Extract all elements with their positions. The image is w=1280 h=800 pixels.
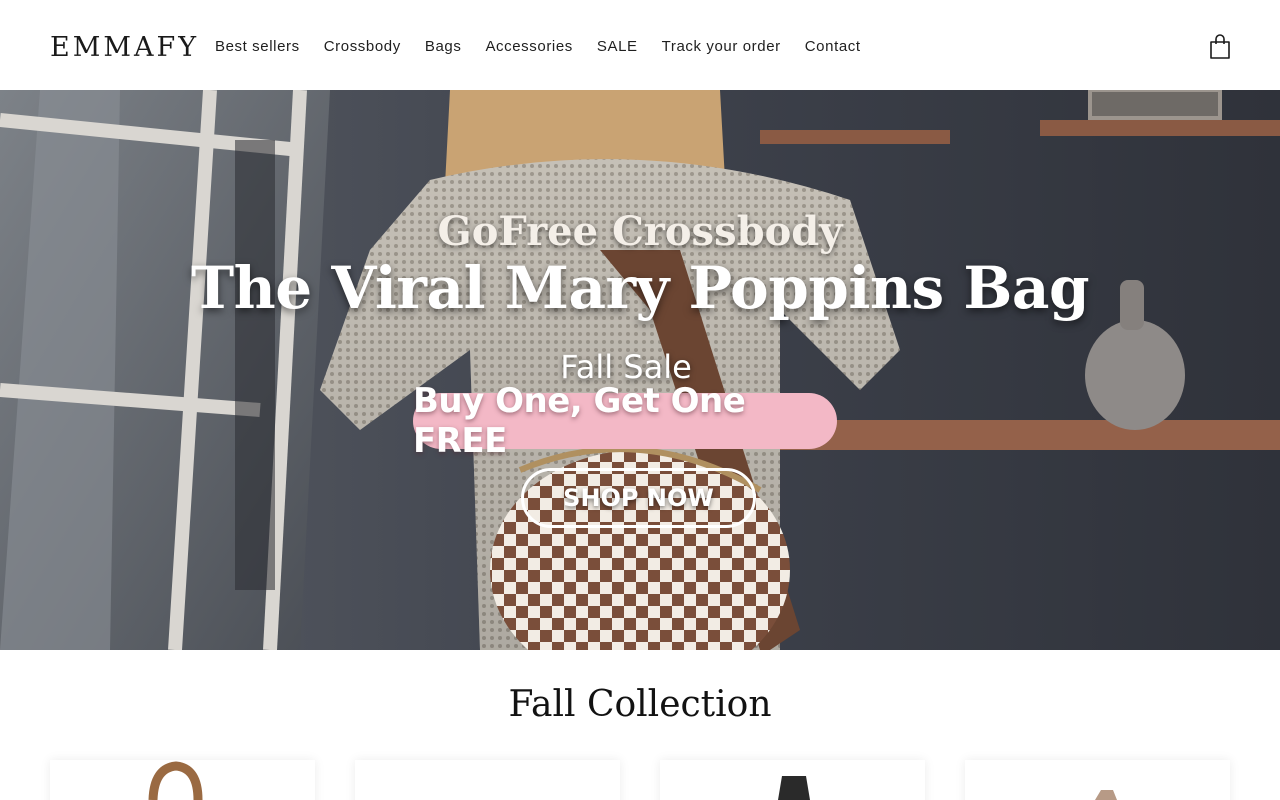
hero-eyebrow: GoFree Crossbody bbox=[437, 208, 843, 255]
hero-banner: GoFree Crossbody The Viral Mary Poppins … bbox=[0, 90, 1280, 650]
nav-sale[interactable]: SALE bbox=[585, 34, 650, 60]
product-grid bbox=[50, 760, 1230, 800]
nav-crossbody[interactable]: Crossbody bbox=[312, 34, 413, 60]
product-card[interactable] bbox=[50, 760, 315, 800]
brand-logo[interactable]: EMMAFY bbox=[50, 30, 199, 66]
product-thumbnail-brown-bag bbox=[148, 761, 203, 800]
hero-headline: The Viral Mary Poppins Bag bbox=[190, 254, 1090, 322]
hero-content: GoFree Crossbody The Viral Mary Poppins … bbox=[0, 90, 1280, 650]
product-card[interactable] bbox=[965, 760, 1230, 800]
shopping-bag-icon bbox=[1210, 34, 1230, 59]
nav-accessories[interactable]: Accessories bbox=[473, 34, 584, 60]
product-thumbnail-blank bbox=[355, 760, 620, 800]
nav-bags[interactable]: Bags bbox=[413, 34, 474, 60]
product-thumbnail-patterned-strap-bag bbox=[1095, 790, 1117, 800]
collection-title: Fall Collection bbox=[508, 684, 772, 725]
product-thumbnail-black-bag bbox=[778, 776, 810, 800]
cart-button[interactable] bbox=[1205, 30, 1235, 64]
site-header: EMMAFY Best sellers Crossbody Bags Acces… bbox=[0, 0, 1280, 90]
main-nav: Best sellers Crossbody Bags Accessories … bbox=[203, 34, 873, 60]
promo-badge: Buy One, Get One FREE bbox=[413, 381, 837, 461]
nav-track-order[interactable]: Track your order bbox=[650, 34, 793, 60]
product-card[interactable] bbox=[660, 760, 925, 800]
nav-best-sellers[interactable]: Best sellers bbox=[203, 34, 312, 60]
shop-now-button[interactable]: SHOP NOW bbox=[521, 468, 756, 528]
product-card[interactable] bbox=[355, 760, 620, 800]
nav-contact[interactable]: Contact bbox=[793, 34, 873, 60]
